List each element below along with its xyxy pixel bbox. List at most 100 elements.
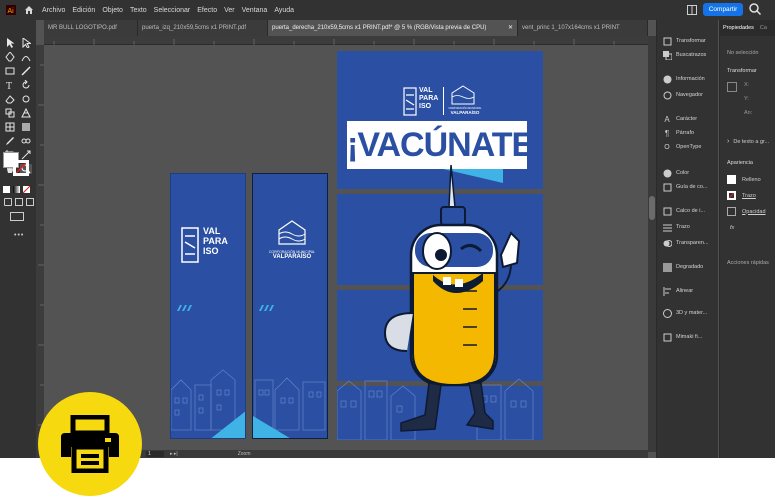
panel-transformar[interactable]: Transformar <box>657 34 719 48</box>
menu-ayuda[interactable]: Ayuda <box>274 7 294 14</box>
panel-caracter[interactable]: A Carácter <box>657 112 719 126</box>
artboard-nav-arrows[interactable]: ▸ ▸| <box>170 451 178 457</box>
vacunate-banner: ¡VACÚNATE! <box>347 121 543 169</box>
color-mode-icon[interactable] <box>3 186 10 193</box>
panel-3d-materiales[interactable]: 3D y mater... <box>657 306 719 320</box>
opacity-row[interactable]: Opacidad <box>727 207 766 216</box>
character-icon: A <box>664 114 670 124</box>
menu-ventana[interactable]: Ventana <box>242 7 268 14</box>
transform-icon <box>662 36 672 46</box>
horizontal-ruler[interactable] <box>44 36 648 45</box>
opacity-label[interactable]: Opacidad <box>742 209 766 215</box>
stroke-icon <box>662 222 672 232</box>
tools-panel: T ••• <box>0 20 36 458</box>
pen-tool-icon[interactable] <box>4 52 16 62</box>
svg-text:Ai: Ai <box>8 8 15 15</box>
blend-tool-icon[interactable] <box>20 136 32 146</box>
menu-efecto[interactable]: Efecto <box>197 7 217 14</box>
panel-alinear[interactable]: Alinear <box>657 284 719 298</box>
draw-mode-row <box>4 198 34 206</box>
panel-degradado[interactable]: Degradado <box>657 260 719 274</box>
tab-puerta-derecha[interactable]: puerta_derecha_210x59,5cms x1 PRINT.pdf*… <box>268 20 518 36</box>
panel-mimaki[interactable]: Mimaki fi... <box>657 330 719 344</box>
shape-builder-tool-icon[interactable] <box>4 108 16 118</box>
reference-point-icon[interactable] <box>727 82 737 92</box>
panel-parrafo[interactable]: ¶ Párrafo <box>657 126 719 140</box>
direct-selection-tool-icon[interactable] <box>20 38 32 48</box>
gradient-mode-icon[interactable] <box>13 186 20 193</box>
printer-icon <box>61 415 119 473</box>
canvas-area[interactable]: VAL PARA ISO CORPORACIÓN MUNICIPAL VALPA… <box>44 45 648 452</box>
color-guide-icon <box>662 182 672 192</box>
fx-button[interactable]: fx <box>730 225 734 231</box>
rotate-tool-icon[interactable] <box>20 80 32 90</box>
tab-vent-princ[interactable]: vent_princ 1_107x164cms x1 PRINT <box>518 20 648 36</box>
tab-mr-bull[interactable]: MR BULL LOGOTIPO.pdf <box>44 20 138 36</box>
rectangle-tool-icon[interactable] <box>4 66 16 76</box>
artboard-left-panel[interactable]: VAL PARA ISO <box>170 173 246 439</box>
panel-color[interactable]: Color <box>657 166 719 180</box>
menu-ver[interactable]: Ver <box>224 7 235 14</box>
tab-capas[interactable]: Ca <box>757 25 770 31</box>
fill-color-swatch[interactable] <box>727 175 736 184</box>
close-icon[interactable]: ✕ <box>508 20 513 36</box>
perspective-grid-tool-icon[interactable] <box>20 108 32 118</box>
menu-edicion[interactable]: Edición <box>72 7 95 14</box>
city-skyline-illustration <box>253 377 326 438</box>
none-mode-icon[interactable] <box>23 186 30 193</box>
curvature-tool-icon[interactable] <box>20 52 32 62</box>
home-icon[interactable] <box>22 3 36 17</box>
draw-inside-icon[interactable] <box>26 198 34 206</box>
panel-informacion[interactable]: Información <box>657 72 719 86</box>
fill-row[interactable]: Relleno <box>727 175 761 184</box>
width-tool-icon[interactable] <box>20 94 32 104</box>
info-icon <box>662 74 672 84</box>
more-tools-icon[interactable]: ••• <box>14 232 24 239</box>
arrange-documents-icon[interactable] <box>686 4 698 16</box>
draw-behind-icon[interactable] <box>15 198 23 206</box>
x-label: X: <box>744 82 750 88</box>
artboard-door-panel[interactable]: VAL PARA ISO CORPORACIÓN MUNICIPAL VALPA… <box>337 51 543 440</box>
type-tool-icon[interactable]: T <box>4 80 16 90</box>
tab-label: puerta_derecha_210x59,5cms x1 PRINT.pdf*… <box>272 25 487 31</box>
panel-buscatrazos[interactable]: Buscatrazos <box>657 48 719 62</box>
scrollbar-thumb[interactable] <box>649 196 655 220</box>
chevron-right-icon: › <box>727 138 730 145</box>
tab-propiedades[interactable]: Propiedades <box>720 25 757 31</box>
menu-seleccionar[interactable]: Seleccionar <box>154 7 191 14</box>
screen-mode-icon[interactable] <box>10 212 24 221</box>
stroke-color-swatch[interactable] <box>727 191 736 200</box>
panel-opentype[interactable]: O OpenType <box>657 140 719 154</box>
selection-tool-icon[interactable] <box>4 38 16 48</box>
artboard-second-panel[interactable]: CORPORACIÓN MUNICIPAL VALPARAÍSO <box>252 173 328 439</box>
mesh-tool-icon[interactable] <box>4 122 16 132</box>
tab-puerta-izq[interactable]: puerta_izq_210x59,5cms x1 PRINT.pdf <box>138 20 268 36</box>
eyedropper-tool-icon[interactable] <box>4 136 16 146</box>
stroke-swatch[interactable] <box>13 160 29 176</box>
menu-texto[interactable]: Texto <box>130 7 147 14</box>
panel-transparencia[interactable]: Transparen... <box>657 236 719 250</box>
artboard-number-field[interactable]: 1 <box>146 451 164 457</box>
share-button[interactable]: Compartir <box>703 3 743 16</box>
menu-objeto[interactable]: Objeto <box>102 7 123 14</box>
vertical-ruler[interactable] <box>36 45 44 452</box>
fill-label: Relleno <box>742 176 761 183</box>
align-icon <box>662 286 672 296</box>
gradient-tool-icon[interactable] <box>20 122 32 132</box>
vertical-scrollbar[interactable] <box>648 36 656 452</box>
panel-trazo[interactable]: Trazo <box>657 220 719 234</box>
panel-calco-imagen[interactable]: Calco de i... <box>657 204 719 218</box>
eraser-tool-icon[interactable] <box>4 94 16 104</box>
draw-normal-icon[interactable] <box>4 198 12 206</box>
logo-line: ISO <box>203 246 219 256</box>
text-to-graphic-row[interactable]: › De texto a gr... <box>727 138 769 145</box>
stroke-label[interactable]: Trazo <box>742 193 756 199</box>
menu-archivo[interactable]: Archivo <box>42 7 65 14</box>
fill-stroke-control[interactable] <box>3 152 33 178</box>
search-icon[interactable] <box>748 2 762 16</box>
panel-guia-color[interactable]: Guía de co... <box>657 180 719 194</box>
panel-navegador[interactable]: Navegador <box>657 88 719 102</box>
paintbrush-tool-icon[interactable] <box>20 66 32 76</box>
corporacion-line: VALPARAÍSO <box>272 254 312 260</box>
stroke-row[interactable]: Trazo <box>727 191 756 200</box>
